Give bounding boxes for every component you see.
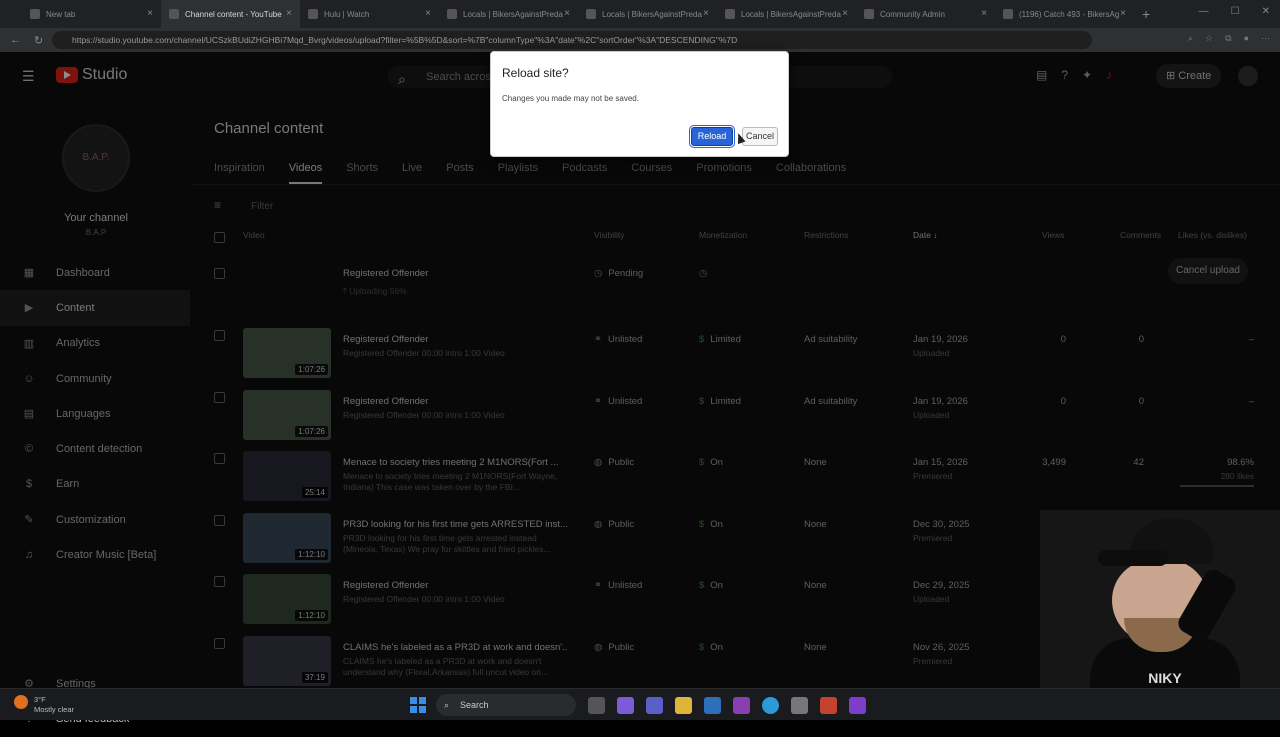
browser-tab-label: Community Admin xyxy=(880,9,945,19)
address-bar: ← ↻ https://studio.youtube.com/channel/U… xyxy=(0,28,1280,52)
back-icon[interactable]: ← xyxy=(10,34,24,46)
browser-toolbar-icons: ⌕ ☆ ⧉ ● ⋯ xyxy=(1188,33,1270,44)
tab-favicon-icon xyxy=(1003,9,1013,19)
minimize-icon[interactable]: — xyxy=(1199,6,1209,17)
tab-favicon-icon xyxy=(447,9,457,19)
tab-favicon-icon xyxy=(586,9,596,19)
app-icon[interactable] xyxy=(820,697,837,714)
url-field[interactable]: https://studio.youtube.com/channel/UCSzk… xyxy=(52,31,1092,49)
browser-tab-label: Hulu | Watch xyxy=(324,9,370,19)
reload-icon[interactable]: ↻ xyxy=(34,34,48,47)
search-icon: ⌕ xyxy=(444,700,450,710)
browser-tab[interactable]: Locals | BikersAgainstPreda × xyxy=(578,0,717,28)
browser-tab-bar: New tab × Channel content - YouTube × Hulu |… xyxy=(0,0,1280,28)
task-view-icon[interactable] xyxy=(588,697,605,714)
edge-browser-icon[interactable] xyxy=(762,697,779,714)
browser-tab[interactable]: Community Admin × xyxy=(856,0,995,28)
tab-close-icon[interactable]: × xyxy=(425,8,431,19)
weather-temp: 3°F xyxy=(34,695,46,704)
favorite-icon[interactable]: ☆ xyxy=(1205,33,1213,44)
browser-tab-label: Channel content - YouTube xyxy=(185,9,282,19)
stream-app-icon[interactable] xyxy=(849,697,866,714)
taskbar-search-label: Search xyxy=(460,700,489,710)
close-window-icon[interactable]: ✕ xyxy=(1262,6,1270,17)
weather-desc: Mostly clear xyxy=(34,705,75,714)
browser-tab[interactable]: Channel content - YouTube × xyxy=(161,0,300,28)
profile-icon[interactable]: ● xyxy=(1244,33,1249,44)
taskbar-apps xyxy=(588,697,866,714)
browser-tab-label: Locals | BikersAgainstPreda xyxy=(463,9,563,19)
maximize-icon[interactable]: ☐ xyxy=(1231,6,1240,17)
copilot-icon[interactable] xyxy=(617,697,634,714)
tab-close-icon[interactable]: × xyxy=(1120,8,1126,19)
tab-strip: New tab × Channel content - YouTube × Hulu |… xyxy=(22,0,1134,28)
browser-tab[interactable]: Locals | BikersAgainstPreda × xyxy=(717,0,856,28)
tab-favicon-icon xyxy=(725,9,735,19)
browser-tab-label: New tab xyxy=(46,9,76,19)
tab-close-icon[interactable]: × xyxy=(842,8,848,19)
browser-tab[interactable]: (1196) Catch 493 - BikersAg × xyxy=(995,0,1134,28)
webcam-cap-brim xyxy=(1098,550,1168,566)
webcam-overlay: NIKY xyxy=(1040,510,1280,688)
dialog-message: Changes you made may not be saved. xyxy=(502,94,639,103)
windows-start-icon[interactable] xyxy=(410,697,426,713)
snipping-tool-icon[interactable] xyxy=(733,697,750,714)
tab-favicon-icon xyxy=(308,9,318,19)
tab-favicon-icon xyxy=(169,9,179,19)
extensions-icon[interactable]: ⧉ xyxy=(1225,33,1231,44)
weather-text: 3°F Mostly clear xyxy=(34,695,74,715)
webcam-shirt-text: NIKY xyxy=(1148,670,1182,686)
browser-tab[interactable]: Hulu | Watch × xyxy=(300,0,439,28)
dialog-title: Reload site? xyxy=(502,66,569,80)
zoom-icon[interactable]: ⌕ xyxy=(1188,33,1193,44)
browser-tab-label: (1196) Catch 493 - BikersAg xyxy=(1019,9,1120,19)
browser-tab-label: Locals | BikersAgainstPreda xyxy=(741,9,841,19)
tab-close-icon[interactable]: × xyxy=(286,8,292,19)
taskbar-search[interactable]: ⌕ Search xyxy=(436,694,576,716)
tab-close-icon[interactable]: × xyxy=(564,8,570,19)
teams-icon[interactable] xyxy=(646,697,663,714)
store-icon[interactable] xyxy=(704,697,721,714)
windows-taskbar: 3°F Mostly clear ⌕ Search xyxy=(0,688,1280,720)
tab-favicon-icon xyxy=(30,9,40,19)
window-controls: — ☐ ✕ xyxy=(1199,6,1270,17)
cancel-button[interactable]: Cancel xyxy=(742,127,778,146)
browser-tab[interactable]: New tab × xyxy=(22,0,161,28)
settings-app-icon[interactable] xyxy=(791,697,808,714)
weather-icon xyxy=(14,695,28,709)
tab-close-icon[interactable]: × xyxy=(981,8,987,19)
browser-tab[interactable]: Locals | BikersAgainstPreda × xyxy=(439,0,578,28)
file-explorer-icon[interactable] xyxy=(675,697,692,714)
reload-button[interactable]: Reload xyxy=(691,127,733,146)
tab-close-icon[interactable]: × xyxy=(147,8,153,19)
menu-icon[interactable]: ⋯ xyxy=(1261,33,1270,44)
tab-close-icon[interactable]: × xyxy=(703,8,709,19)
tab-favicon-icon xyxy=(864,9,874,19)
new-tab-button[interactable]: + xyxy=(1142,6,1150,22)
browser-tab-label: Locals | BikersAgainstPreda xyxy=(602,9,702,19)
